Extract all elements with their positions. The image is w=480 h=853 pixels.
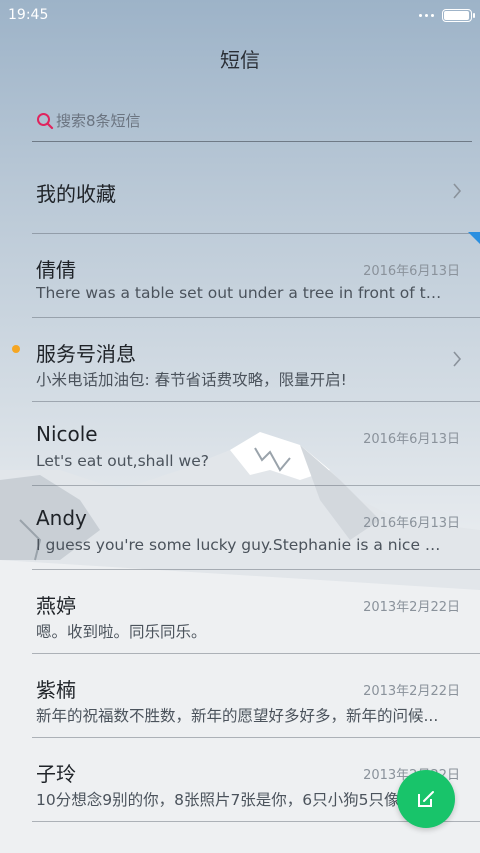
search-icon — [37, 112, 54, 129]
contact-name: 燕婷 — [36, 594, 76, 618]
conversation-item[interactable]: 紫楠 2013年2月22日 新年的祝福数不胜数，新年的愿望好多好多，新年的问候.… — [32, 654, 480, 738]
battery-level-fill — [444, 10, 469, 20]
compose-icon — [418, 791, 434, 807]
message-date: 2013年2月22日 — [363, 684, 460, 699]
message-preview: 嗯。收到啦。同乐同乐。 — [36, 623, 207, 641]
message-preview: Let's eat out,shall we? — [36, 452, 209, 470]
status-indicators — [419, 8, 475, 22]
unread-dot-icon — [12, 345, 20, 353]
message-preview: 小米电话加油包: 春节省话费攻略，限量开启! — [36, 371, 347, 389]
message-preview: There was a table set out under a tree i… — [36, 284, 448, 302]
favorites-row[interactable]: 我的收藏 — [32, 150, 480, 234]
message-date: 2016年6月13日 — [363, 264, 460, 279]
compose-button[interactable] — [397, 770, 455, 828]
chevron-right-icon — [453, 351, 462, 367]
corner-marker — [468, 232, 480, 244]
conversation-item[interactable]: Andy 2016年6月13日 I guess you're some luck… — [32, 486, 480, 570]
contact-name: 服务号消息 — [36, 342, 136, 366]
message-date: 2016年6月13日 — [363, 432, 460, 447]
contact-name: Nicole — [36, 422, 98, 446]
page-title: 短信 — [220, 48, 260, 72]
favorites-label: 我的收藏 — [36, 182, 116, 206]
status-bar: 19:45 — [0, 0, 480, 30]
contact-name: Andy — [36, 506, 87, 530]
search-input[interactable] — [56, 111, 436, 130]
battery-icon — [442, 8, 475, 22]
contact-name: 子玲 — [36, 762, 76, 786]
message-preview: 新年的祝福数不胜数，新年的愿望好多好多，新年的问候... — [36, 707, 439, 725]
message-date: 2013年2月22日 — [363, 600, 460, 615]
status-time: 19:45 — [8, 7, 49, 23]
message-date: 2016年6月13日 — [363, 516, 460, 531]
conversation-item[interactable]: 燕婷 2013年2月22日 嗯。收到啦。同乐同乐。 — [32, 570, 480, 654]
conversation-item[interactable]: Nicole 2016年6月13日 Let's eat out,shall we… — [32, 402, 480, 486]
conversation-list: 我的收藏 倩倩 2016年6月13日 There was a table set… — [0, 150, 480, 822]
message-preview: 10分想念9别的你，8张照片7张是你，6只小狗5只像你... — [36, 791, 430, 809]
contact-name: 紫楠 — [36, 678, 76, 702]
contact-name: 倩倩 — [36, 258, 76, 282]
message-preview: I guess you're some lucky guy.Stephanie … — [36, 536, 448, 554]
search-bar[interactable] — [32, 100, 472, 142]
conversation-item[interactable]: 服务号消息 小米电话加油包: 春节省话费攻略，限量开启! — [12, 318, 480, 402]
conversation-item[interactable]: 倩倩 2016年6月13日 There was a table set out … — [32, 234, 480, 318]
chevron-right-icon — [453, 183, 462, 199]
more-dots-icon — [419, 13, 434, 17]
